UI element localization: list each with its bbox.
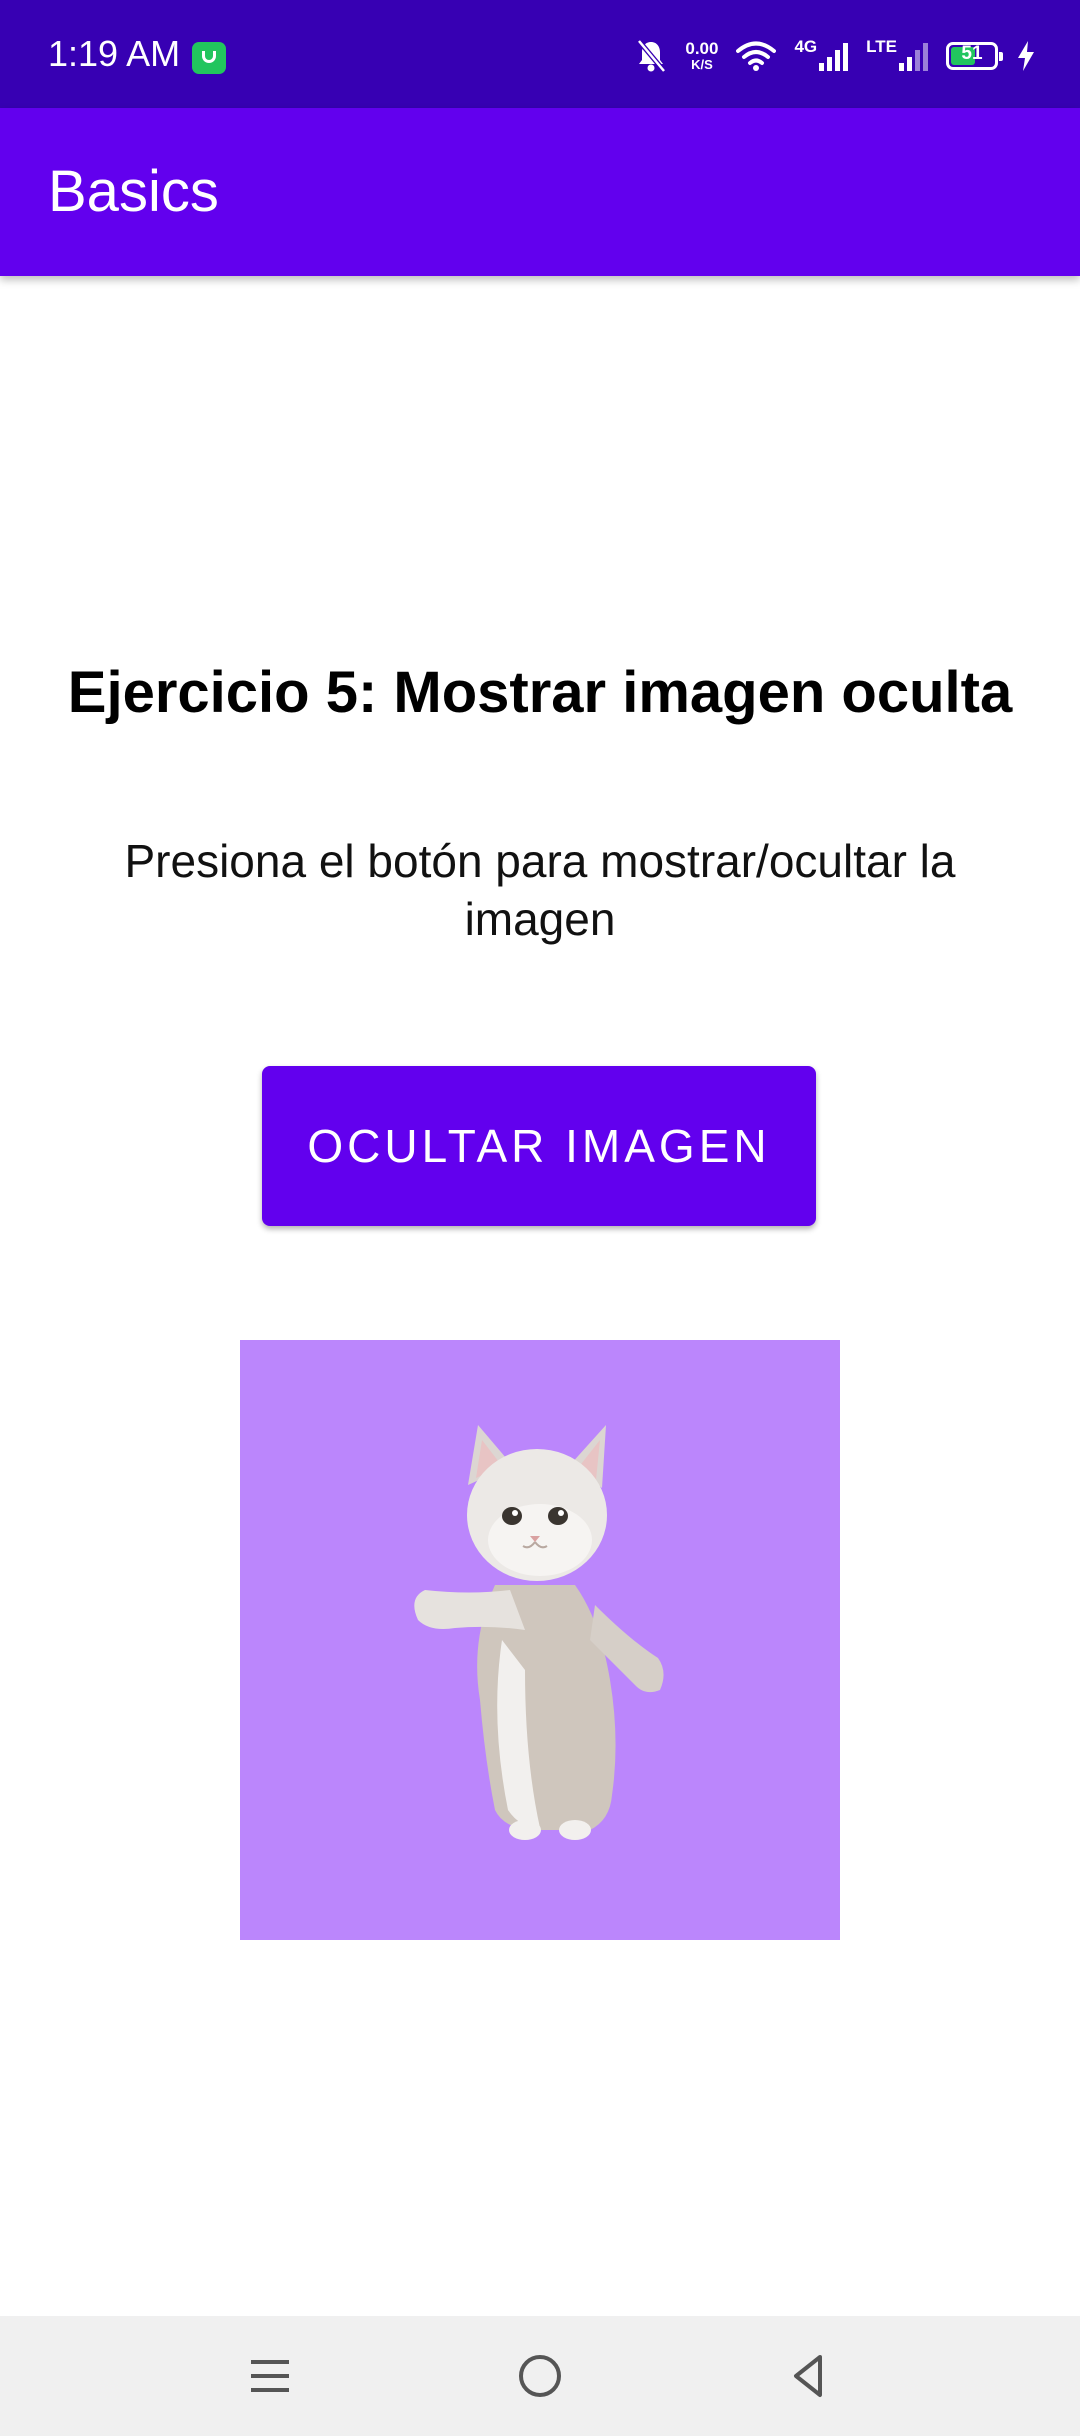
net-speed-indicator: 0.00 K/S — [685, 40, 718, 72]
menu-icon[interactable] — [240, 2346, 300, 2406]
battery-level: 51 — [961, 43, 983, 64]
network-4g-label: 4G — [794, 37, 818, 56]
wifi-icon — [736, 41, 777, 71]
instruction-text: Presiona el botón para mostrar/ocultar l… — [124, 835, 956, 945]
white-cat-illustration — [414, 1425, 664, 1840]
status-time: 1:19 AM — [48, 33, 181, 74]
toggle-image-button[interactable]: OCULTAR IMAGEN — [262, 1066, 816, 1226]
signal-4g-icon: 4G — [794, 37, 849, 71]
charging-bolt-icon — [1018, 41, 1034, 71]
battery-icon: 51 — [946, 42, 1003, 70]
net-speed-unit: K/S — [691, 57, 713, 72]
messaging-app-icon — [192, 42, 226, 74]
status-icons: 0.00 K/S 4G LTE 51 — [635, 26, 1036, 86]
bell-off-icon — [637, 39, 667, 73]
status-bar: 1:19 AM 0.00 K/S 4G LTE 51 — [0, 0, 1080, 108]
back-triangle-icon[interactable] — [780, 2346, 840, 2406]
network-lte-label: LTE — [866, 37, 897, 56]
cat-image — [240, 1340, 840, 1940]
system-nav-bar — [0, 2316, 1080, 2436]
exercise-heading: Ejercicio 5: Mostrar imagen oculta — [67, 660, 1013, 725]
net-speed-value: 0.00 — [685, 39, 719, 58]
app-bar: Basics — [0, 108, 1080, 276]
home-circle-icon[interactable] — [510, 2346, 570, 2406]
signal-lte-icon: LTE — [866, 37, 928, 71]
app-title: Basics — [48, 159, 219, 224]
